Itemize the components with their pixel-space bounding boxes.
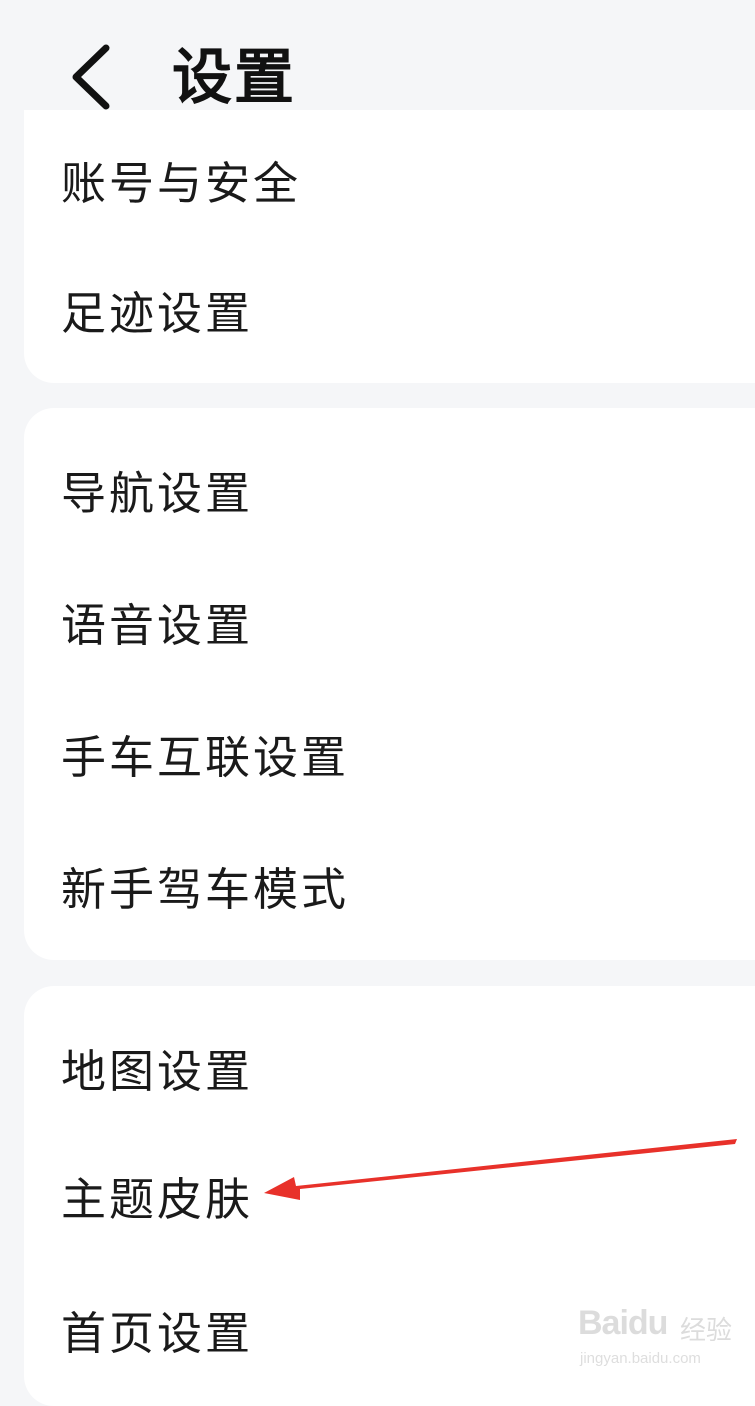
watermark-url: jingyan.baidu.com [580,1350,701,1367]
watermark-logo: Baidu [578,1304,668,1342]
back-button[interactable] [56,32,136,122]
page-title: 设置 [172,43,296,113]
watermark: Baidu 经验 jingyan.baidu.com [578,1290,748,1370]
menu-item-voice-settings[interactable]: 语音设置 [61,566,661,676]
settings-group-account: 账号与安全 足迹设置 [24,110,755,383]
watermark-label: 经验 [680,1316,733,1346]
menu-item-homepage-settings[interactable]: 首页设置 [61,1274,661,1384]
menu-item-map-settings[interactable]: 地图设置 [61,1012,661,1122]
settings-group-navigation: 导航设置 语音设置 手车互联设置 新手驾车模式 [24,408,755,960]
menu-item-theme-skin[interactable]: 主题皮肤 [61,1140,661,1250]
menu-item-phone-car-link-settings[interactable]: 手车互联设置 [61,698,661,808]
menu-item-account-security[interactable]: 账号与安全 [61,124,661,234]
menu-item-novice-driving-mode[interactable]: 新手驾车模式 [61,830,661,940]
menu-item-footprint-settings[interactable]: 足迹设置 [61,254,661,364]
menu-item-navigation-settings[interactable]: 导航设置 [61,434,661,544]
chevron-left-icon [72,44,110,110]
